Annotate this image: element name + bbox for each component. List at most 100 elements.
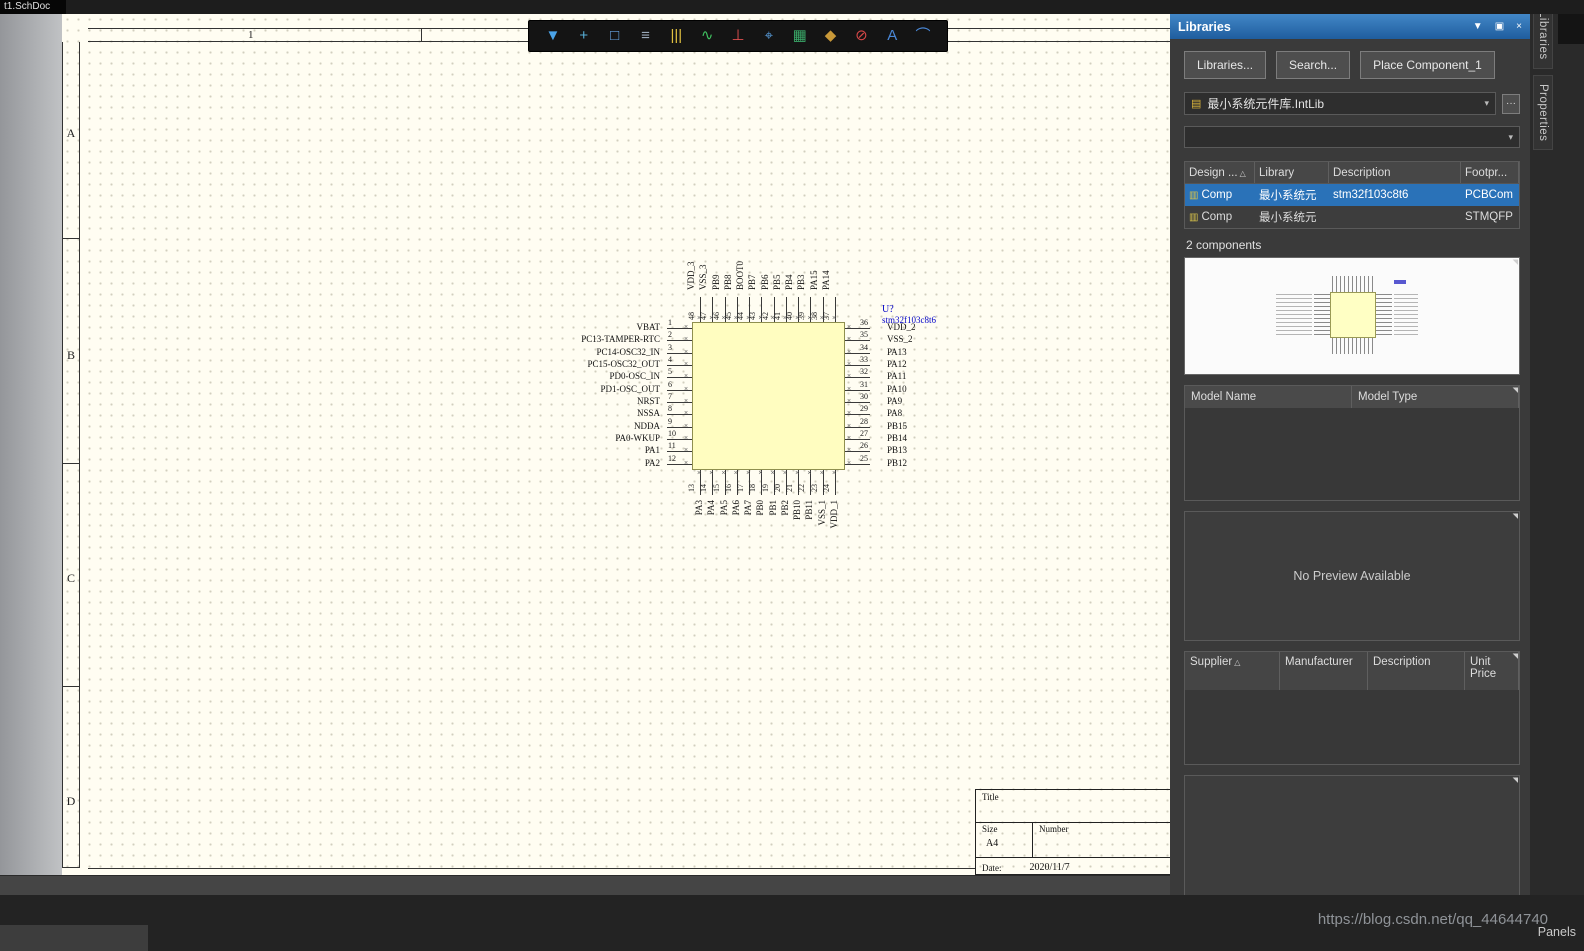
component-designator[interactable]: U? [882, 305, 894, 315]
supplier-header-manufacturer[interactable]: Manufacturer [1280, 652, 1368, 690]
no-erc-icon[interactable]: ⊘ [847, 22, 875, 50]
wave-icon[interactable]: ∿ [693, 22, 721, 50]
components-header-design[interactable]: Design ... △ [1185, 162, 1255, 183]
panel-close-icon[interactable]: × [1516, 21, 1522, 32]
panel-title: Libraries [1178, 19, 1231, 34]
pin-number: 12 [668, 453, 676, 463]
pin-number: 2 [668, 330, 672, 340]
pin-name: PB11 [804, 500, 815, 520]
tab-properties[interactable]: Properties [1533, 74, 1553, 151]
pin-cross-icon: × [847, 348, 852, 356]
pin-cross-icon: × [847, 410, 852, 418]
chevron-down-icon: ▾ [1508, 131, 1513, 142]
filter-icon[interactable]: ▼ [539, 22, 567, 50]
pin-number: 11 [668, 441, 676, 451]
pin-cross-icon: × [684, 373, 689, 381]
place-component-button[interactable]: Place Component_1 [1360, 51, 1495, 79]
component-filter-dropdown[interactable]: ▾ [1184, 126, 1520, 148]
status-bar: https://blog.csdn.net/qq_44644740 Panels [0, 895, 1584, 951]
pin-number: 41 [772, 312, 782, 320]
supplier-header-supplier[interactable]: Supplier △ [1185, 652, 1280, 690]
pin-number: 8 [668, 404, 672, 414]
document-tab[interactable]: t1.SchDoc [0, 0, 67, 14]
pin-line [667, 352, 692, 354]
align-icon[interactable]: ≡ [632, 22, 660, 50]
models-table-header: Model Name Model Type [1185, 386, 1519, 408]
pin-name: PA3 [694, 500, 704, 516]
pin-number: 43 [748, 312, 758, 320]
library-dropdown[interactable]: ▤ 最小系统元件库.IntLib ▾ [1184, 92, 1496, 115]
pin-name: PA4 [706, 500, 717, 516]
pin-line [667, 414, 692, 416]
pin-name: VDD_2 [887, 322, 916, 332]
component-row[interactable]: ▥ Comp 最小系统元 stm32f103c8t6 PCBCom [1185, 184, 1519, 206]
component-row[interactable]: ▥ Comp 最小系统元 STMQFP [1185, 206, 1519, 228]
section-grip-icon[interactable]: ◥ [1513, 387, 1518, 394]
probe-icon[interactable]: ⌖ [755, 22, 783, 50]
supplier-table-header: Supplier △ Manufacturer Description Unit Pri… [1185, 652, 1519, 690]
libraries-panel: Libraries ▼ ▣ × Libraries... Search... P… [1170, 14, 1530, 911]
section-grip-icon[interactable]: ◥ [1513, 259, 1518, 266]
panels-button[interactable]: Panels [1538, 925, 1576, 939]
components-header-description[interactable]: Description [1329, 162, 1461, 183]
status-bar-segment [0, 925, 148, 951]
pin-name: PB7 [747, 274, 758, 290]
supplier-header-description[interactable]: Description [1368, 652, 1465, 690]
bars-icon[interactable]: ||| [662, 22, 690, 50]
ic-part-icon[interactable]: ▦ [786, 22, 814, 50]
text-string-icon[interactable]: A [878, 22, 906, 50]
pin-cross-icon: × [684, 385, 689, 393]
search-button[interactable]: Search... [1276, 51, 1351, 79]
pin-name: PA8 [887, 408, 903, 419]
pin-cross-icon: × [847, 324, 852, 331]
pin-number: 46 [711, 312, 721, 320]
preview-symbol [1272, 264, 1432, 368]
pin-number: 6 [668, 379, 672, 389]
pin-number: 37 [821, 312, 831, 320]
component-stm32f103c8t6[interactable]: U? stm32f103c8t6 1 VBAT × 2 PC13-TAMPER-RTC × 3 P… [62, 14, 1170, 875]
pin-number: 5 [668, 367, 672, 377]
pin-name: PB9 [710, 274, 721, 290]
pin-cross-icon: × [795, 470, 800, 477]
pin-cross-icon: × [697, 470, 702, 477]
crosshair-icon[interactable]: + [570, 22, 598, 50]
parameter-tag-icon[interactable]: ◆ [817, 22, 845, 50]
models-table: Model Name Model Type ◥ [1184, 385, 1520, 501]
horizontal-scrollbar[interactable] [0, 875, 1170, 895]
panel-pin-icon[interactable]: ▣ [1495, 21, 1504, 32]
panel-menu-icon[interactable]: ▼ [1473, 21, 1483, 32]
components-header-library[interactable]: Library [1255, 162, 1329, 183]
pin-number: 21 [785, 484, 795, 492]
pin-number: 18 [748, 484, 758, 492]
section-grip-icon[interactable]: ◥ [1513, 777, 1518, 784]
arc-icon[interactable]: ⌒ [909, 22, 937, 50]
schematic-sheet[interactable]: 1 ABCD U? stm32f103c8t6 1 VBAT × 2 PC13-TAMPER… [62, 14, 1170, 875]
pin-line [667, 426, 692, 428]
components-header-footprint[interactable]: Footpr... [1461, 162, 1519, 183]
pin-name: PB2 [779, 500, 790, 516]
model-type-header[interactable]: Model Type [1352, 386, 1519, 408]
supplier-detail-box: ◥ [1184, 775, 1520, 901]
pin-number: 7 [668, 391, 672, 401]
pin-name: PA14 [820, 270, 831, 290]
power-port-icon[interactable]: ⊥ [724, 22, 752, 50]
sort-icon: △ [1239, 169, 1246, 178]
pin-name: PA5 [718, 500, 729, 516]
selection-icon[interactable]: □ [601, 22, 629, 50]
libraries-button[interactable]: Libraries... [1184, 51, 1267, 79]
components-count: 2 components [1186, 238, 1262, 252]
pin-number: 10 [668, 428, 676, 438]
pin-number: 22 [797, 484, 807, 492]
model-name-header[interactable]: Model Name [1185, 386, 1352, 408]
pin-cross-icon: × [684, 447, 689, 455]
section-grip-icon[interactable]: ◥ [1513, 653, 1518, 660]
schematic-canvas[interactable]: 1 ABCD U? stm32f103c8t6 1 VBAT × 2 PC13-TAMPER… [0, 14, 1170, 875]
more-button[interactable]: ··· [1502, 93, 1520, 114]
pin-number: 1 [668, 318, 672, 327]
component-body[interactable] [692, 322, 845, 470]
pin-name: PA12 [887, 358, 907, 369]
pin-number: 23 [809, 484, 819, 492]
section-grip-icon[interactable]: ◥ [1513, 513, 1518, 520]
supplier-header-unit-price[interactable]: Unit Price [1465, 652, 1519, 690]
pin-name: VSS_2 [887, 334, 913, 345]
